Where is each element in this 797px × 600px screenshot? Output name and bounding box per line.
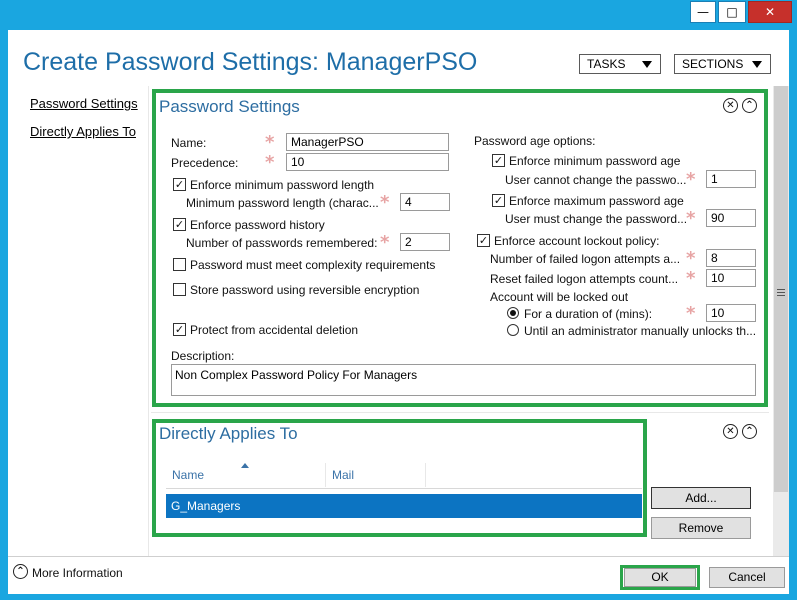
cancel-button[interactable]: Cancel <box>709 567 785 588</box>
history-label: Number of passwords remembered: <box>186 236 378 250</box>
column-header-mail[interactable]: Mail <box>332 468 354 482</box>
precedence-input[interactable]: 10 <box>286 153 449 171</box>
column-divider <box>425 463 426 487</box>
chevron-down-icon <box>752 61 762 68</box>
column-header-name[interactable]: Name <box>172 468 204 482</box>
section-collapse-button[interactable]: ⌃ <box>742 424 757 439</box>
complexity-label: Password must meet complexity requiremen… <box>190 258 436 272</box>
chevron-up-icon: ⌃ <box>16 566 25 577</box>
precedence-label: Precedence: <box>171 156 239 170</box>
section-close-button[interactable]: ✕ <box>723 424 738 439</box>
required-icon: * <box>265 152 275 173</box>
name-input[interactable]: ManagerPSO <box>286 133 449 151</box>
name-label: Name: <box>171 136 207 150</box>
required-icon: * <box>686 248 696 269</box>
description-label: Description: <box>171 349 235 363</box>
scroll-grip-icon <box>777 289 785 290</box>
reset-count-label: Reset failed logon attempts count... <box>490 272 679 286</box>
sections-menu-button[interactable]: SECTIONS <box>674 54 771 74</box>
minimize-button[interactable]: — <box>690 1 716 23</box>
more-info-button[interactable]: ⌃ <box>13 564 28 579</box>
duration-label: For a duration of (mins): <box>524 307 653 321</box>
maximize-icon: □ <box>726 5 738 19</box>
nav-item-label: Directly Applies To <box>30 124 136 139</box>
add-button[interactable]: Add... <box>651 487 751 509</box>
more-information-link[interactable]: More Information <box>32 566 123 580</box>
scroll-grip-icon <box>777 295 785 296</box>
enforce-max-age-label: Enforce maximum password age <box>509 194 684 208</box>
min-length-label: Minimum password length (charac... <box>186 196 379 210</box>
failed-attempts-input[interactable]: 8 <box>706 249 756 267</box>
lockout-policy-label: Enforce account lockout policy: <box>494 234 660 248</box>
required-icon: * <box>380 192 390 213</box>
max-age-label: User must change the password... <box>505 212 688 226</box>
required-icon: * <box>380 232 390 253</box>
max-age-input[interactable]: 90 <box>706 209 756 227</box>
table-row[interactable]: G_Managers <box>166 494 642 518</box>
section-collapse-button[interactable]: ⌃ <box>742 98 757 113</box>
duration-input[interactable]: 10 <box>706 304 756 322</box>
reversible-encryption-label: Store password using reversible encrypti… <box>190 283 420 297</box>
min-age-input[interactable]: 1 <box>706 170 756 188</box>
enforce-min-age-label: Enforce minimum password age <box>509 154 681 168</box>
enforce-min-length-label: Enforce minimum password length <box>190 178 375 192</box>
minimize-icon: — <box>697 5 709 19</box>
nav-item-password-settings[interactable]: Password Settings <box>30 96 138 111</box>
section-close-button[interactable]: ✕ <box>723 98 738 113</box>
required-icon: * <box>686 268 696 289</box>
grid-header <box>166 461 642 489</box>
tasks-menu-button[interactable]: TASKS <box>579 54 661 74</box>
failed-attempts-label: Number of failed logon attempts a... <box>490 252 681 266</box>
min-length-input[interactable]: 4 <box>400 193 450 211</box>
min-age-label: User cannot change the passwo... <box>505 173 687 187</box>
scroll-grip-icon <box>777 292 785 293</box>
nav-divider <box>148 86 149 556</box>
enforce-max-age-checkbox[interactable]: ✓ <box>492 194 505 207</box>
sections-label: SECTIONS <box>682 57 744 71</box>
locked-out-label: Account will be locked out <box>490 290 629 304</box>
remove-button[interactable]: Remove <box>651 517 751 539</box>
duration-radio[interactable] <box>507 307 519 319</box>
protect-deletion-checkbox[interactable]: ✓ <box>173 323 186 336</box>
required-icon: * <box>686 208 696 229</box>
required-icon: * <box>686 169 696 190</box>
history-input[interactable]: 2 <box>400 233 450 251</box>
password-settings-title: Password Settings <box>159 97 300 116</box>
until-admin-label: Until an administrator manually unlocks … <box>524 324 757 338</box>
close-icon: ✕ <box>764 5 776 19</box>
chevron-up-icon: ⌃ <box>745 100 754 111</box>
required-icon: * <box>265 132 275 153</box>
chevron-down-icon <box>642 61 652 68</box>
sort-ascending-icon <box>241 463 249 468</box>
close-window-button[interactable]: ✕ <box>748 1 792 23</box>
age-options-label: Password age options: <box>474 134 596 148</box>
lockout-policy-checkbox[interactable]: ✓ <box>477 234 490 247</box>
ok-button[interactable]: OK <box>624 568 696 587</box>
nav-item-directly-applies-to[interactable]: Directly Applies To <box>30 124 136 139</box>
enforce-min-length-checkbox[interactable]: ✓ <box>173 178 186 191</box>
section-separator <box>151 412 769 413</box>
column-divider <box>325 463 326 487</box>
reset-count-input[interactable]: 10 <box>706 269 756 287</box>
directly-applies-title: Directly Applies To <box>159 424 298 443</box>
nav-item-label: Password Settings <box>30 96 138 111</box>
maximize-button[interactable]: □ <box>718 1 746 23</box>
close-icon: ✕ <box>726 100 735 111</box>
protect-deletion-label: Protect from accidental deletion <box>190 323 359 337</box>
page-title: Create Password Settings: ManagerPSO <box>23 48 478 76</box>
until-admin-radio[interactable] <box>507 324 519 336</box>
row-name-cell: G_Managers <box>171 499 241 513</box>
chevron-up-icon: ⌃ <box>745 426 754 437</box>
enforce-min-age-checkbox[interactable]: ✓ <box>492 154 505 167</box>
description-input[interactable]: Non Complex Password Policy For Managers <box>171 364 756 396</box>
enforce-history-checkbox[interactable]: ✓ <box>173 218 186 231</box>
close-icon: ✕ <box>726 426 735 437</box>
tasks-label: TASKS <box>587 57 626 71</box>
reversible-encryption-checkbox[interactable] <box>173 283 186 296</box>
complexity-checkbox[interactable] <box>173 258 186 271</box>
enforce-history-label: Enforce password history <box>190 218 325 232</box>
required-icon: * <box>686 303 696 324</box>
